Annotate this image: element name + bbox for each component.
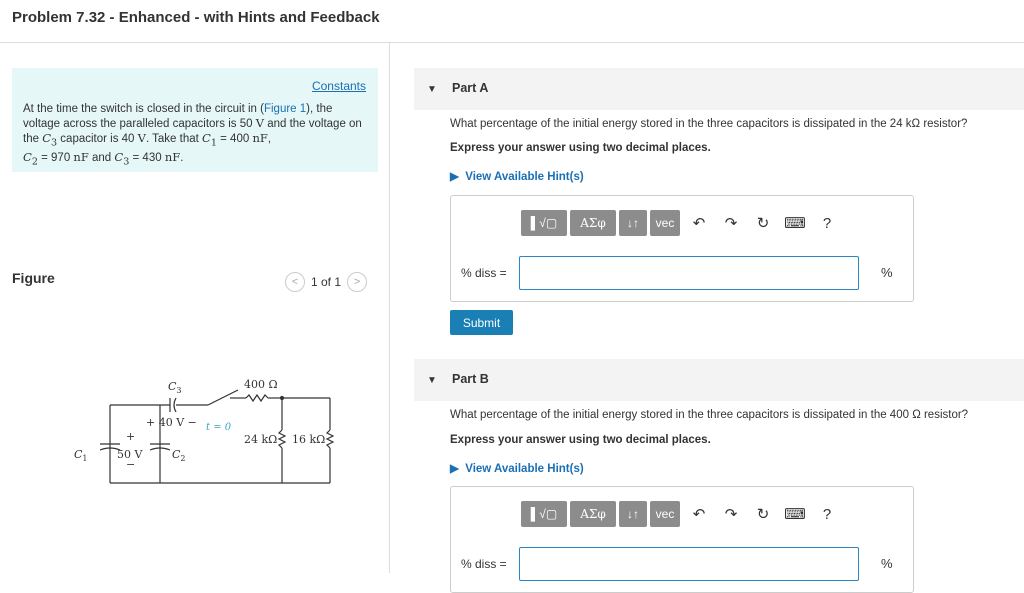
r24-label: 24 kΩ xyxy=(244,433,277,446)
sub-sup-button[interactable]: ↓↑ xyxy=(619,501,647,527)
help-icon[interactable]: ? xyxy=(811,215,843,232)
keyboard-icon[interactable]: ⌨ xyxy=(779,505,811,523)
part-b-header[interactable]: ▼ Part B xyxy=(414,359,1024,401)
prev-figure-button[interactable]: < xyxy=(285,272,305,292)
redo-icon[interactable]: ↷ xyxy=(715,214,747,232)
next-figure-button[interactable]: > xyxy=(347,272,368,292)
part-a-question: What percentage of the initial energy st… xyxy=(450,118,968,130)
intro-text: and xyxy=(88,152,115,165)
circuit-diagram: C3 400 Ω + 40 V − t = 0 24 kΩ 16 kΩ + − … xyxy=(74,378,335,484)
c3-symbol: C3 xyxy=(42,131,58,149)
r16-label: 16 kΩ xyxy=(292,433,325,446)
part-b: ▼ Part B What percentage of the initial … xyxy=(414,359,1024,593)
intro-text: . xyxy=(180,152,184,165)
problem-intro-panel: Constants At the time the switch is clos… xyxy=(12,68,378,172)
part-b-answer-box: ▌√▢ ΑΣφ ↓↑ vec ↶ ↷ ↻ ⌨ ? % diss = % xyxy=(450,486,914,593)
caret-right-icon: ▶ xyxy=(450,463,466,475)
intro-text: = 970 xyxy=(37,152,74,165)
part-a-hint-toggle[interactable]: ▶ View Available Hint(s) xyxy=(450,169,584,183)
greek-button[interactable]: ΑΣφ xyxy=(570,210,616,236)
unit-label: % xyxy=(881,556,893,571)
unit-nf: nF xyxy=(252,131,268,145)
part-a-title: Part A xyxy=(452,81,489,95)
caret-right-icon: ▶ xyxy=(450,171,466,183)
reset-icon[interactable]: ↻ xyxy=(747,214,779,232)
unit-nf: nF xyxy=(73,150,89,165)
math-toolbar: ▌√▢ ΑΣφ ↓↑ vec ↶ ↷ ↻ ⌨ ? xyxy=(521,208,843,238)
part-a-instruction: Express your answer using two decimal pl… xyxy=(450,142,711,154)
intro-text: = 400 xyxy=(216,133,253,145)
plus-sign: + xyxy=(126,430,135,443)
header-divider xyxy=(0,42,1024,43)
undo-icon[interactable]: ↶ xyxy=(683,505,715,523)
part-a-header[interactable]: ▼ Part A xyxy=(414,68,1024,110)
figure-link[interactable]: Figure 1 xyxy=(264,103,306,115)
reset-icon[interactable]: ↻ xyxy=(747,505,779,523)
constants-link[interactable]: Constants xyxy=(312,79,366,93)
c2-symbol: C2 xyxy=(23,150,38,168)
figure-page-count: 1 of 1 xyxy=(311,275,342,289)
unit-v: V xyxy=(255,116,264,130)
column-divider xyxy=(389,43,390,573)
help-icon[interactable]: ? xyxy=(811,506,843,523)
figure-label: Figure xyxy=(12,270,55,286)
templates-button[interactable]: ▌√▢ xyxy=(521,210,567,236)
templates-button[interactable]: ▌√▢ xyxy=(521,501,567,527)
part-b-question: What percentage of the initial energy st… xyxy=(450,409,969,421)
problem-statement: At the time the switch is closed in the … xyxy=(23,102,368,170)
r400-label: 400 Ω xyxy=(244,378,278,391)
intro-text: . Take that xyxy=(145,133,203,145)
intro-text: capacitor is 40 xyxy=(57,133,138,145)
part-b-hint-toggle[interactable]: ▶ View Available Hint(s) xyxy=(450,461,584,475)
keyboard-icon[interactable]: ⌨ xyxy=(779,214,811,232)
math-toolbar: ▌√▢ ΑΣφ ↓↑ vec ↶ ↷ ↻ ⌨ ? xyxy=(521,499,843,529)
part-b-instruction: Express your answer using two decimal pl… xyxy=(450,434,711,446)
vector-button[interactable]: vec xyxy=(650,210,680,236)
switch-time-label: t = 0 xyxy=(206,422,232,433)
vector-button[interactable]: vec xyxy=(650,501,680,527)
c3-symbol: C3 xyxy=(114,150,130,168)
c3-label: C3 xyxy=(168,380,182,395)
intro-text: At the time the switch is closed in the … xyxy=(23,103,264,115)
figure-pager: < 1 of 1 > xyxy=(285,272,368,292)
unit-nf: nF xyxy=(164,150,181,165)
answer-label: % diss = xyxy=(461,557,507,571)
c2-label: C2 xyxy=(172,448,186,463)
submit-button[interactable]: Submit xyxy=(450,310,513,335)
collapse-caret-icon[interactable]: ▼ xyxy=(427,375,437,386)
unit-v: V xyxy=(137,131,146,145)
answer-label: % diss = xyxy=(461,266,507,280)
v40-label: + 40 V − xyxy=(146,416,197,429)
c1-label: C1 xyxy=(74,448,88,463)
page-title: Problem 7.32 - Enhanced - with Hints and… xyxy=(12,9,380,26)
unit-label: % xyxy=(881,265,893,280)
c1-symbol: C1 xyxy=(202,131,217,149)
intro-text: = 430 xyxy=(129,152,165,165)
part-b-title: Part B xyxy=(452,372,489,386)
v50-label: 50 V xyxy=(117,448,143,461)
sub-sup-button[interactable]: ↓↑ xyxy=(619,210,647,236)
greek-button[interactable]: ΑΣφ xyxy=(570,501,616,527)
collapse-caret-icon[interactable]: ▼ xyxy=(427,84,437,95)
part-a-answer-box: ▌√▢ ΑΣφ ↓↑ vec ↶ ↷ ↻ ⌨ ? % diss = % xyxy=(450,195,914,302)
part-a-answer-input[interactable] xyxy=(519,256,859,290)
undo-icon[interactable]: ↶ xyxy=(683,214,715,232)
redo-icon[interactable]: ↷ xyxy=(715,505,747,523)
intro-text: , xyxy=(267,133,272,145)
part-b-answer-input[interactable] xyxy=(519,547,859,581)
part-a: ▼ Part A What percentage of the initial … xyxy=(414,68,1024,348)
